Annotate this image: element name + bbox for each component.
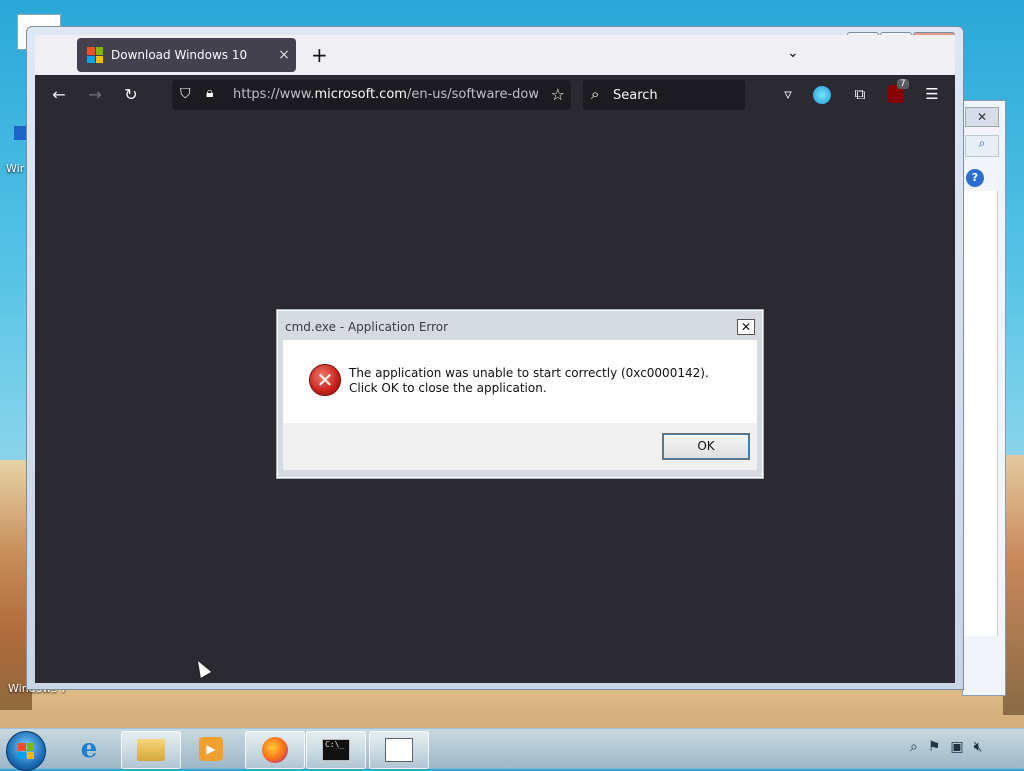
dialog-footer: OK: [283, 423, 757, 470]
lock-icon[interactable]: 🔒︎: [206, 85, 213, 101]
background-window-close-button[interactable]: ✕: [965, 107, 999, 127]
bookmark-star-icon[interactable]: ☆: [551, 85, 565, 104]
start-button[interactable]: [6, 731, 46, 771]
tab-strip: Download Windows 10 × + ⌄: [35, 35, 955, 75]
windows-logo-icon: [18, 743, 34, 759]
forward-button[interactable]: →: [83, 85, 107, 104]
account-avatar-icon[interactable]: [813, 86, 831, 104]
search-icon: ⌕: [591, 85, 600, 103]
microsoft-logo-icon: [87, 47, 103, 63]
desktop-shortcut-label: Wir: [6, 162, 25, 175]
taskbar-cmd[interactable]: C:\_: [306, 731, 366, 769]
extension-badge: 7: [897, 79, 909, 89]
reload-button[interactable]: ↻: [119, 85, 143, 104]
background-window-pane: [963, 191, 998, 636]
tab-download-windows-10[interactable]: Download Windows 10 ×: [77, 38, 296, 72]
volume-muted-icon[interactable]: 🔇︎: [974, 739, 983, 755]
taskbar-firefox[interactable]: [245, 731, 305, 769]
new-tab-button[interactable]: +: [311, 43, 328, 67]
url-bar[interactable]: ⛉ 🔒︎ https://www.microsoft.com/en-us/sof…: [172, 80, 571, 110]
url-text[interactable]: https://www.microsoft.com/en-us/software…: [233, 87, 538, 102]
command-prompt-icon: C:\_: [322, 739, 350, 761]
desktop-wallpaper-right: [1003, 455, 1024, 715]
taskbar-file-explorer[interactable]: [121, 731, 181, 769]
search-icon[interactable]: ⌕: [910, 739, 918, 755]
hamburger-menu-icon[interactable]: ☰: [921, 85, 943, 103]
dialog-message: The application was unable to start corr…: [349, 366, 709, 395]
tab-close-icon[interactable]: ×: [272, 47, 296, 63]
dialog-close-button[interactable]: ✕: [737, 319, 755, 335]
help-icon[interactable]: ?: [966, 169, 984, 187]
taskbar-media-player[interactable]: ▶: [182, 731, 240, 767]
internet-explorer-icon: e: [80, 734, 98, 764]
taskbar-app[interactable]: [369, 731, 429, 769]
tab-title: Download Windows 10: [111, 48, 248, 62]
navigation-toolbar: ← → ↻ ⛉ 🔒︎ https://www.microsoft.com/en-…: [35, 75, 955, 117]
folder-icon: [137, 739, 165, 761]
back-button[interactable]: ←: [47, 85, 71, 104]
taskbar: e ▶ C:\_ ⌕ ⚑ ▣ 🔇︎: [0, 728, 1024, 771]
tracking-protection-shield-icon[interactable]: ⛉: [180, 86, 191, 102]
search-box[interactable]: ⌕ Search: [583, 80, 745, 110]
taskbar-internet-explorer[interactable]: e: [60, 731, 118, 767]
search-icon[interactable]: ⌕: [965, 135, 999, 157]
error-icon: ✕: [309, 364, 341, 396]
search-placeholder: Search: [613, 88, 658, 103]
system-tray: ⌕ ⚑ ▣ 🔇︎: [910, 739, 982, 755]
network-icon[interactable]: ▣: [950, 739, 963, 755]
list-tabs-button[interactable]: ⌄: [787, 45, 799, 61]
ok-button[interactable]: OK: [662, 433, 750, 460]
dialog-body: ✕ The application was unable to start co…: [283, 340, 757, 423]
dialog-title: cmd.exe - Application Error: [285, 320, 449, 334]
firefox-icon: [262, 737, 288, 763]
application-error-dialog: cmd.exe - Application Error ✕ ✕ The appl…: [276, 309, 764, 479]
action-center-flag-icon[interactable]: ⚑: [928, 739, 941, 755]
application-icon: [385, 738, 413, 762]
pocket-icon[interactable]: ▿: [777, 85, 799, 103]
background-window[interactable]: ✕ ⌕ ?: [962, 100, 1006, 696]
media-player-icon: ▶: [199, 737, 223, 761]
extensions-puzzle-icon[interactable]: ⧉: [849, 85, 871, 103]
